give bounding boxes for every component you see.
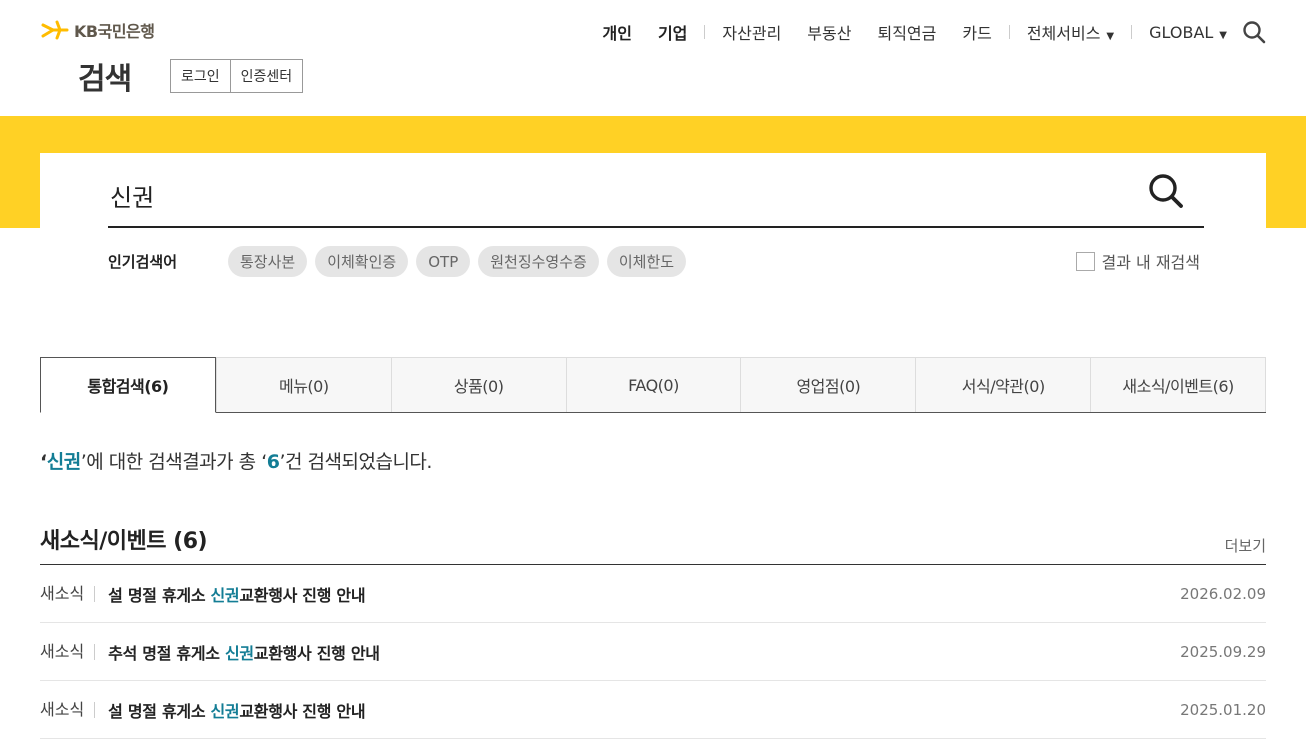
- item-title[interactable]: 설 명절 휴게소 신권교환행사 진행 안내: [108, 582, 1180, 606]
- nav-divider: [1008, 25, 1010, 39]
- global-nav: 개인 기업 자산관리 부동산 퇴직연금 카드 전체서비스 ▼ GLOBAL ▼: [590, 20, 1267, 44]
- login-button[interactable]: 로그인: [170, 59, 231, 93]
- kb-logo-text: KB국민은행: [74, 22, 155, 41]
- item-category: 새소식: [40, 643, 96, 660]
- nav-all-services-label: 전체서비스: [1026, 24, 1101, 43]
- title-keyword: 신권: [210, 585, 240, 605]
- research-within-results[interactable]: 결과 내 재검색: [1075, 249, 1201, 273]
- tab-branches[interactable]: 영업점(0): [740, 357, 916, 412]
- item-category: 새소식: [40, 701, 96, 718]
- caret-down-icon: ▼: [1106, 31, 1115, 42]
- summary-keyword: 신권: [46, 451, 81, 473]
- item-date: 2025.01.20: [1180, 700, 1266, 719]
- item-title[interactable]: 추석 명절 휴게소 신권교환행사 진행 안내: [108, 640, 1180, 664]
- popular-keyword-chip[interactable]: 통장사본: [228, 246, 308, 277]
- title-text: 추석 명절 휴게소: [108, 643, 225, 663]
- nav-global[interactable]: GLOBAL ▼: [1136, 23, 1240, 42]
- search-input[interactable]: [110, 177, 1110, 213]
- popular-keywords: 인기검색어 통장사본 이체확인증 OTP 원천징수영수증 이체한도: [108, 246, 694, 277]
- search-panel: 인기검색어 통장사본 이체확인증 OTP 원천징수영수증 이체한도 결과 내 재…: [40, 153, 1266, 303]
- tab-faq[interactable]: FAQ(0): [565, 357, 741, 412]
- kb-star-icon: [41, 20, 69, 40]
- popular-keyword-chip[interactable]: 원천징수영수증: [478, 246, 599, 277]
- tab-news-events[interactable]: 새소식/이벤트(6): [1090, 357, 1267, 412]
- nav-personal[interactable]: 개인: [590, 20, 645, 44]
- title-text: 교환행사 진행 안내: [239, 701, 366, 721]
- title-text: 교환행사 진행 안내: [253, 643, 380, 663]
- search-submit-button[interactable]: [1146, 171, 1186, 211]
- news-list: 새소식 설 명절 휴게소 신권교환행사 진행 안내 2026.02.09 새소식…: [40, 564, 1266, 739]
- item-category: 새소식: [40, 585, 96, 602]
- popular-keyword-chip[interactable]: OTP: [416, 246, 471, 277]
- tab-menu[interactable]: 메뉴(0): [215, 357, 391, 412]
- research-label: 결과 내 재검색: [1101, 253, 1201, 272]
- more-link[interactable]: 더보기: [1225, 535, 1266, 556]
- nav-corporate[interactable]: 기업: [645, 20, 700, 44]
- list-item[interactable]: 새소식 설 명절 휴게소 신권교환행사 진행 안내 2025.01.20: [40, 681, 1266, 739]
- tab-forms-terms[interactable]: 서식/약관(0): [915, 357, 1091, 412]
- title-text: 설 명절 휴게소: [108, 701, 211, 721]
- item-title[interactable]: 설 명절 휴게소 신권교환행사 진행 안내: [108, 698, 1180, 722]
- search-icon: [1149, 174, 1183, 208]
- summary-tail: ’건 검색되었습니다.: [279, 451, 432, 473]
- search-icon[interactable]: [1242, 20, 1266, 44]
- caret-down-icon: ▼: [1219, 29, 1227, 41]
- kb-logo[interactable]: KB국민은행: [40, 18, 155, 42]
- nav-realestate[interactable]: 부동산: [794, 20, 864, 44]
- result-tabs: 통합검색(6) 메뉴(0) 상품(0) FAQ(0) 영업점(0) 서식/약관(…: [40, 357, 1267, 413]
- title-text: 설 명절 휴게소: [108, 585, 211, 605]
- quote-mark: ‘: [40, 451, 47, 473]
- tab-products[interactable]: 상품(0): [390, 357, 566, 412]
- auth-buttons: 로그인 인증센터: [170, 59, 304, 93]
- tab-integrated[interactable]: 통합검색(6): [40, 357, 216, 413]
- summary-text: ’에 대한 검색결과가 총 ‘: [80, 451, 268, 473]
- nav-pension[interactable]: 퇴직연금: [864, 20, 949, 44]
- popular-label: 인기검색어: [108, 253, 178, 271]
- result-summary: ‘신권’에 대한 검색결과가 총 ‘6’건 검색되었습니다.: [40, 447, 432, 474]
- cert-center-button[interactable]: 인증센터: [230, 59, 304, 93]
- nav-global-label: GLOBAL: [1149, 22, 1214, 42]
- section-title: 새소식/이벤트 (6): [40, 529, 208, 554]
- nav-divider: [1131, 25, 1133, 39]
- page-title: 검색: [78, 62, 132, 97]
- list-item[interactable]: 새소식 설 명절 휴게소 신권교환행사 진행 안내 2026.02.09: [40, 565, 1266, 623]
- list-item[interactable]: 새소식 추석 명절 휴게소 신권교환행사 진행 안내 2025.09.29: [40, 623, 1266, 681]
- search-field: [108, 153, 1204, 228]
- title-keyword: 신권: [224, 643, 254, 663]
- nav-card[interactable]: 카드: [949, 20, 1004, 44]
- nav-all-services[interactable]: 전체서비스 ▼: [1014, 20, 1127, 44]
- research-checkbox[interactable]: [1075, 251, 1095, 271]
- nav-divider: [704, 25, 706, 39]
- popular-keyword-chip[interactable]: 이체확인증: [315, 246, 409, 277]
- popular-keyword-chip[interactable]: 이체한도: [606, 246, 687, 277]
- item-date: 2025.09.29: [1180, 642, 1266, 661]
- title-keyword: 신권: [210, 701, 240, 721]
- nav-asset[interactable]: 자산관리: [709, 20, 794, 44]
- title-text: 교환행사 진행 안내: [239, 585, 366, 605]
- summary-count: 6: [266, 451, 280, 473]
- item-date: 2026.02.09: [1180, 584, 1266, 603]
